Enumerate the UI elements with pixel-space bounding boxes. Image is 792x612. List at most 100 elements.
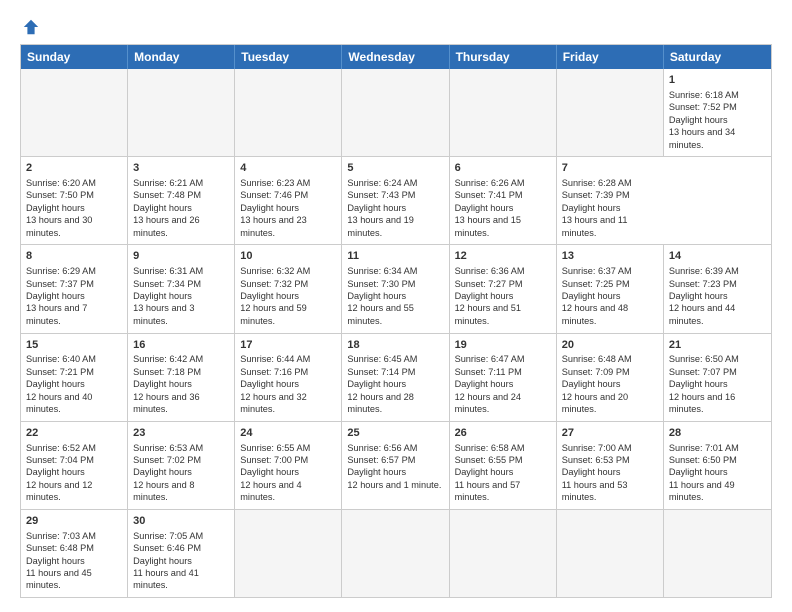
daylight-duration: 13 hours and 34 minutes.: [669, 126, 766, 151]
calendar-cell: 2Sunrise: 6:20 AMSunset: 7:50 PMDaylight…: [21, 157, 128, 244]
daylight-duration: 11 hours and 57 minutes.: [455, 479, 551, 504]
daylight-duration: 11 hours and 41 minutes.: [133, 567, 229, 592]
day-number: 11: [347, 249, 443, 264]
calendar-cell: [557, 510, 664, 597]
calendar-week-6: 29Sunrise: 7:03 AMSunset: 6:48 PMDayligh…: [21, 509, 771, 597]
calendar-cell: 9Sunrise: 6:31 AMSunset: 7:34 PMDaylight…: [128, 245, 235, 332]
sunset: Sunset: 7:48 PM: [133, 189, 229, 201]
daylight-duration: 13 hours and 30 minutes.: [26, 214, 122, 239]
daylight-label: Daylight hours: [455, 378, 551, 390]
day-number: 12: [455, 249, 551, 264]
day-number: 30: [133, 514, 229, 529]
daylight-duration: 12 hours and 8 minutes.: [133, 479, 229, 504]
calendar-cell: 13Sunrise: 6:37 AMSunset: 7:25 PMDayligh…: [557, 245, 664, 332]
day-header-sunday: Sunday: [21, 45, 128, 69]
day-number: 15: [26, 338, 122, 353]
calendar-cell: 15Sunrise: 6:40 AMSunset: 7:21 PMDayligh…: [21, 334, 128, 421]
sunrise: Sunrise: 6:52 AM: [26, 442, 122, 454]
header: [20, 18, 772, 36]
day-number: 6: [455, 161, 551, 176]
daylight-duration: 12 hours and 20 minutes.: [562, 391, 658, 416]
sunrise: Sunrise: 6:58 AM: [455, 442, 551, 454]
calendar-cell: 14Sunrise: 6:39 AMSunset: 7:23 PMDayligh…: [664, 245, 771, 332]
day-number: 1: [669, 73, 766, 88]
calendar-cell: 27Sunrise: 7:00 AMSunset: 6:53 PMDayligh…: [557, 422, 664, 509]
sunrise: Sunrise: 6:53 AM: [133, 442, 229, 454]
calendar-cell: [21, 69, 128, 156]
day-header-wednesday: Wednesday: [342, 45, 449, 69]
sunset: Sunset: 7:07 PM: [669, 366, 766, 378]
sunrise: Sunrise: 6:24 AM: [347, 177, 443, 189]
sunrise: Sunrise: 6:20 AM: [26, 177, 122, 189]
daylight-label: Daylight hours: [133, 202, 229, 214]
daylight-duration: 12 hours and 51 minutes.: [455, 302, 551, 327]
calendar-cell: [342, 510, 449, 597]
day-header-monday: Monday: [128, 45, 235, 69]
calendar-cell: 7Sunrise: 6:28 AMSunset: 7:39 PMDaylight…: [557, 157, 664, 244]
day-number: 4: [240, 161, 336, 176]
calendar-cell: 21Sunrise: 6:50 AMSunset: 7:07 PMDayligh…: [664, 334, 771, 421]
daylight-label: Daylight hours: [669, 378, 766, 390]
day-number: 20: [562, 338, 658, 353]
calendar-cell: 10Sunrise: 6:32 AMSunset: 7:32 PMDayligh…: [235, 245, 342, 332]
daylight-label: Daylight hours: [347, 290, 443, 302]
sunset: Sunset: 7:00 PM: [240, 454, 336, 466]
daylight-duration: 13 hours and 26 minutes.: [133, 214, 229, 239]
daylight-duration: 12 hours and 48 minutes.: [562, 302, 658, 327]
sunset: Sunset: 7:46 PM: [240, 189, 336, 201]
daylight-duration: 12 hours and 44 minutes.: [669, 302, 766, 327]
daylight-duration: 12 hours and 16 minutes.: [669, 391, 766, 416]
daylight-label: Daylight hours: [562, 290, 658, 302]
daylight-duration: 12 hours and 40 minutes.: [26, 391, 122, 416]
day-number: 17: [240, 338, 336, 353]
day-number: 8: [26, 249, 122, 264]
daylight-duration: 12 hours and 32 minutes.: [240, 391, 336, 416]
sunset: Sunset: 6:50 PM: [669, 454, 766, 466]
sunrise: Sunrise: 6:44 AM: [240, 353, 336, 365]
calendar-cell: 4Sunrise: 6:23 AMSunset: 7:46 PMDaylight…: [235, 157, 342, 244]
calendar-cell: 8Sunrise: 6:29 AMSunset: 7:37 PMDaylight…: [21, 245, 128, 332]
daylight-label: Daylight hours: [455, 290, 551, 302]
calendar: SundayMondayTuesdayWednesdayThursdayFrid…: [20, 44, 772, 598]
daylight-label: Daylight hours: [347, 466, 443, 478]
calendar-cell: 23Sunrise: 6:53 AMSunset: 7:02 PMDayligh…: [128, 422, 235, 509]
sunset: Sunset: 7:16 PM: [240, 366, 336, 378]
daylight-label: Daylight hours: [562, 466, 658, 478]
calendar-cell: 12Sunrise: 6:36 AMSunset: 7:27 PMDayligh…: [450, 245, 557, 332]
daylight-duration: 12 hours and 12 minutes.: [26, 479, 122, 504]
daylight-label: Daylight hours: [26, 202, 122, 214]
calendar-cell: 22Sunrise: 6:52 AMSunset: 7:04 PMDayligh…: [21, 422, 128, 509]
sunrise: Sunrise: 6:47 AM: [455, 353, 551, 365]
sunrise: Sunrise: 6:34 AM: [347, 265, 443, 277]
sunrise: Sunrise: 6:26 AM: [455, 177, 551, 189]
daylight-label: Daylight hours: [669, 114, 766, 126]
daylight-duration: 12 hours and 1 minute.: [347, 479, 443, 491]
daylight-label: Daylight hours: [133, 555, 229, 567]
day-number: 13: [562, 249, 658, 264]
sunrise: Sunrise: 7:00 AM: [562, 442, 658, 454]
logo: [20, 18, 40, 36]
sunset: Sunset: 7:21 PM: [26, 366, 122, 378]
sunset: Sunset: 6:46 PM: [133, 542, 229, 554]
calendar-cell: [128, 69, 235, 156]
daylight-duration: 13 hours and 15 minutes.: [455, 214, 551, 239]
sunrise: Sunrise: 6:36 AM: [455, 265, 551, 277]
calendar-cell: 16Sunrise: 6:42 AMSunset: 7:18 PMDayligh…: [128, 334, 235, 421]
sunset: Sunset: 6:48 PM: [26, 542, 122, 554]
calendar-cell: 20Sunrise: 6:48 AMSunset: 7:09 PMDayligh…: [557, 334, 664, 421]
sunrise: Sunrise: 6:23 AM: [240, 177, 336, 189]
sunset: Sunset: 7:50 PM: [26, 189, 122, 201]
sunrise: Sunrise: 6:21 AM: [133, 177, 229, 189]
daylight-label: Daylight hours: [240, 466, 336, 478]
day-number: 5: [347, 161, 443, 176]
sunset: Sunset: 7:11 PM: [455, 366, 551, 378]
calendar-cell: 25Sunrise: 6:56 AMSunset: 6:57 PMDayligh…: [342, 422, 449, 509]
sunrise: Sunrise: 7:05 AM: [133, 530, 229, 542]
daylight-label: Daylight hours: [562, 378, 658, 390]
daylight-label: Daylight hours: [26, 378, 122, 390]
daylight-label: Daylight hours: [26, 466, 122, 478]
calendar-week-2: 2Sunrise: 6:20 AMSunset: 7:50 PMDaylight…: [21, 156, 771, 244]
daylight-label: Daylight hours: [347, 378, 443, 390]
day-number: 10: [240, 249, 336, 264]
sunset: Sunset: 7:43 PM: [347, 189, 443, 201]
